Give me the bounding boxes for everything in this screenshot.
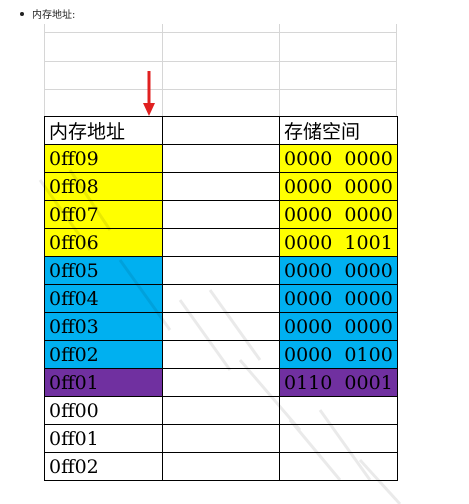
table-row: 0ff01 <box>44 424 398 453</box>
storage-cell: 0000 0000 <box>279 312 398 341</box>
empty-cell <box>162 200 280 229</box>
address-cell: 0ff08 <box>44 172 163 201</box>
header-storage: 存储空间 <box>279 116 398 145</box>
empty-cell <box>162 452 280 481</box>
address-cell: 0ff01 <box>44 368 163 397</box>
table-row: 0ff09 0000 0000 <box>44 144 398 173</box>
table-row: 0ff07 0000 0000 <box>44 200 398 229</box>
empty-cell <box>162 256 280 285</box>
table-row: 0ff05 0000 0000 <box>44 256 398 285</box>
storage-cell: 0000 0100 <box>279 340 398 369</box>
table-row: 0ff03 0000 0000 <box>44 312 398 341</box>
grid-line <box>162 24 163 116</box>
storage-cell <box>279 396 398 425</box>
empty-cell <box>162 312 280 341</box>
empty-cell <box>162 368 280 397</box>
grid-line <box>44 89 397 90</box>
storage-cell: 0000 1001 <box>279 228 398 257</box>
header-address: 内存地址 <box>44 116 163 145</box>
grid-line <box>279 24 280 116</box>
table-row: 0ff02 0000 0100 <box>44 340 398 369</box>
bullet-item: 内存地址: <box>20 9 75 23</box>
table-row: 0ff01 0110 0001 <box>44 368 398 397</box>
empty-cell <box>162 144 280 173</box>
storage-cell: 0110 0001 <box>279 368 398 397</box>
table-row: 0ff06 0000 1001 <box>44 228 398 257</box>
address-cell: 0ff05 <box>44 256 163 285</box>
storage-cell: 0000 0000 <box>279 144 398 173</box>
table-row: 0ff02 <box>44 452 398 481</box>
down-arrow-icon <box>143 71 155 116</box>
address-cell: 0ff01 <box>44 424 163 453</box>
table-row: 0ff08 0000 0000 <box>44 172 398 201</box>
grid-line <box>44 32 397 33</box>
document-page: 内存地址: 内存地址 存储空间 0ff09 0000 0000 0ff08 0000 … <box>0 0 469 504</box>
empty-cell <box>162 284 280 313</box>
empty-cell <box>162 424 280 453</box>
header-middle <box>162 116 280 145</box>
empty-cell <box>162 172 280 201</box>
table-header-row: 内存地址 存储空间 <box>44 116 398 145</box>
address-cell: 0ff09 <box>44 144 163 173</box>
storage-cell: 0000 0000 <box>279 200 398 229</box>
empty-cell <box>162 340 280 369</box>
address-cell: 0ff06 <box>44 228 163 257</box>
storage-cell <box>279 452 398 481</box>
storage-cell: 0000 0000 <box>279 256 398 285</box>
grid-line <box>44 61 397 62</box>
table-row: 0ff00 <box>44 396 398 425</box>
address-cell: 0ff00 <box>44 396 163 425</box>
empty-cell <box>162 396 280 425</box>
address-cell: 0ff03 <box>44 312 163 341</box>
bullet-text: 内存地址: <box>32 10 76 21</box>
address-cell: 0ff02 <box>44 452 163 481</box>
address-cell: 0ff02 <box>44 340 163 369</box>
storage-cell: 0000 0000 <box>279 172 398 201</box>
memory-table: 内存地址 存储空间 0ff09 0000 0000 0ff08 0000 0000 0f… <box>44 116 398 481</box>
bullet-dot-icon <box>20 12 24 16</box>
memory-spreadsheet-image: 内存地址 存储空间 0ff09 0000 0000 0ff08 0000 0000 0f… <box>44 24 398 504</box>
empty-cell <box>162 228 280 257</box>
grid-line <box>396 24 397 116</box>
storage-cell <box>279 424 398 453</box>
storage-cell: 0000 0000 <box>279 284 398 313</box>
table-row: 0ff04 0000 0000 <box>44 284 398 313</box>
address-cell: 0ff04 <box>44 284 163 313</box>
grid-line <box>44 24 45 116</box>
address-cell: 0ff07 <box>44 200 163 229</box>
